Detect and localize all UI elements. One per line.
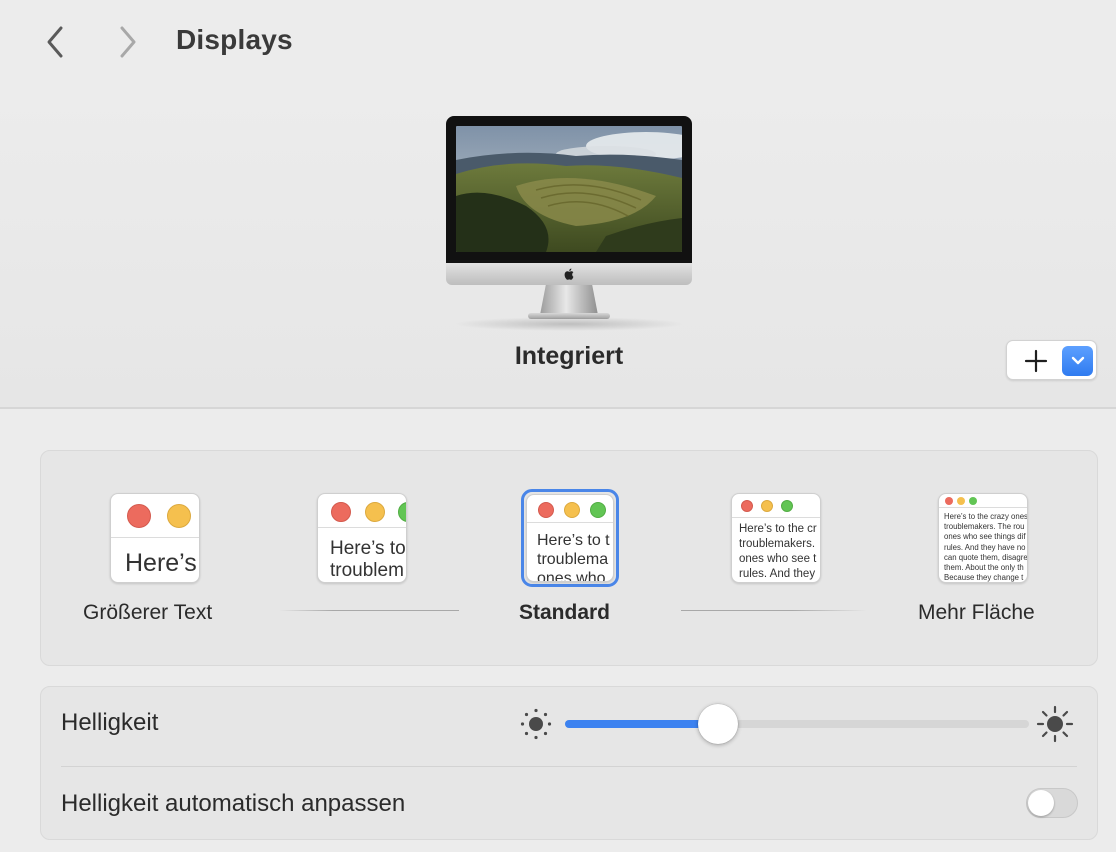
brightness-slider-fill	[565, 720, 719, 728]
resolution-preview-text: Here’s to the cr troublemakers. ones who…	[739, 523, 817, 580]
scale-separator-line	[681, 610, 867, 611]
add-display-control	[1006, 340, 1097, 380]
chevron-right-icon	[120, 26, 136, 58]
scale-separator-line	[279, 610, 459, 611]
resolution-option-standard[interactable]: Here’s to t troublema ones who	[521, 489, 619, 587]
resolution-panel: Here’s Größerer Text Here’s to troublem …	[40, 450, 1098, 666]
display-name: Integriert	[514, 342, 624, 370]
resolution-option-2[interactable]: Here’s to troublem	[317, 493, 409, 585]
add-display-button[interactable]	[1021, 346, 1051, 376]
auto-brightness-toggle[interactable]	[1026, 788, 1078, 818]
imac-chin	[446, 263, 692, 285]
resolution-preview-thumbnail: Here’s to troublem	[317, 493, 407, 583]
brightness-slider[interactable]	[565, 704, 1029, 744]
resolution-preview-text: Here’s to t troublema ones who	[537, 532, 610, 582]
resolution-label-standard: Standard	[519, 601, 611, 624]
chevron-left-icon	[47, 26, 63, 58]
resolution-label-more-space: Mehr Fläche	[918, 601, 1035, 624]
resolution-option-larger-text[interactable]: Here’s	[110, 493, 202, 585]
resolution-option-more-space[interactable]: Here’s to the crazy ones troublemakers. …	[938, 493, 1030, 585]
toolbar: Displays	[0, 0, 1116, 84]
back-button[interactable]	[36, 22, 76, 62]
wallpaper-image	[456, 126, 682, 252]
apple-logo-icon	[564, 268, 574, 280]
auto-brightness-toggle-knob	[1028, 790, 1054, 816]
forward-button[interactable]	[107, 22, 147, 62]
resolution-option-4[interactable]: Here’s to the cr troublemakers. ones who…	[731, 493, 823, 585]
resolution-label-larger-text: Größerer Text	[83, 601, 213, 624]
resolution-preview-thumbnail: Here’s	[110, 493, 200, 583]
plus-icon	[1024, 349, 1048, 373]
resolution-preview-thumbnail: Here’s to the cr troublemakers. ones who…	[731, 493, 821, 583]
brightness-slider-knob[interactable]	[698, 704, 739, 744]
row-divider	[61, 766, 1077, 767]
resolution-preview-text: Here’s to troublem	[330, 538, 406, 581]
add-display-dropdown-button[interactable]	[1062, 346, 1093, 376]
page-title: Displays	[176, 24, 293, 55]
display-arrangement-area: Integriert	[0, 84, 1116, 409]
resolution-preview-text: Here’s	[125, 549, 197, 577]
resolution-preview-text: Here’s to the crazy ones troublemakers. …	[944, 512, 1027, 583]
imac-screen-frame	[446, 116, 692, 263]
chevron-down-icon	[1071, 356, 1084, 365]
brightness-label: Helligkeit	[61, 709, 159, 736]
imac-shadow	[454, 317, 684, 331]
imac-display-thumbnail[interactable]	[444, 114, 694, 331]
imac-stand	[540, 285, 598, 315]
resolution-preview-thumbnail: Here’s to the crazy ones troublemakers. …	[938, 493, 1028, 583]
resolution-preview-thumbnail: Here’s to t troublema ones who	[526, 494, 614, 582]
sun-dim-icon	[520, 708, 552, 740]
sun-bright-icon	[1036, 705, 1074, 743]
auto-brightness-label: Helligkeit automatisch anpassen	[61, 790, 406, 817]
brightness-panel: Helligkeit Helligkeit automatisch anpass…	[40, 686, 1098, 840]
